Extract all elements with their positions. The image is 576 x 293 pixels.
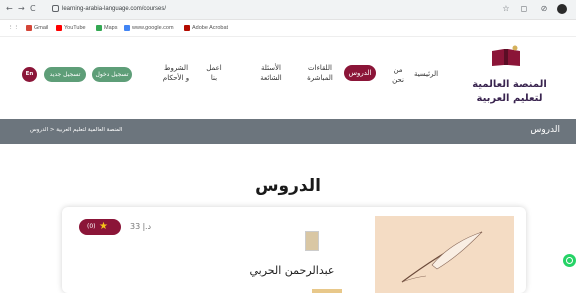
google-icon [124,24,130,31]
bookmark-star-icon[interactable]: ☆ [502,5,510,13]
nav-lessons[interactable]: الدروس [344,65,376,81]
bookmark-google[interactable]: www.google.com [124,24,174,32]
nav-home[interactable]: الرئيسية [412,69,440,79]
site-info-icon[interactable] [52,5,59,12]
author-name[interactable]: عبدالرحمن الحربي [232,264,352,277]
course-price: 33 د.إ [130,222,152,231]
author-avatar [305,231,319,251]
logo-text-line1: المنصة العالمية [472,79,547,90]
breadcrumb-bar: الدروس المنصة العالمية لتعليم العربية < … [0,119,576,144]
address-bar[interactable]: learning-arabia-language.com/courses/ [62,4,166,14]
login-button[interactable]: تسجيل دخول [92,67,132,82]
bookmark-maps[interactable]: Maps [96,24,117,32]
language-toggle[interactable]: En [22,67,37,82]
site-header: المنصة العالمية لتعليم العربية الرئيسية … [0,37,576,112]
whatsapp-icon[interactable] [563,254,576,267]
nav-live-meetings[interactable]: اللقاءات المباشرة [300,63,340,83]
star-icon: ★ [99,221,108,232]
profile-avatar[interactable] [557,4,567,14]
book-logo-icon [492,45,520,66]
acrobat-icon [184,24,190,31]
breadcrumb-path[interactable]: المنصة العالمية لتعليم العربية < الدروس [30,127,122,133]
register-button[interactable]: تسجيل جديد [44,67,86,82]
forward-icon[interactable]: → [18,4,25,14]
page-title: الدروس [255,176,321,196]
browser-toolbar: ← → C learning-arabia-language.com/cours… [0,0,576,20]
reload-icon[interactable]: C [30,4,36,14]
extensions-icon[interactable]: ◻ [520,5,528,13]
rating-badge: (0) ★ [79,219,121,235]
nav-terms[interactable]: الشروط و الأحكام [162,63,190,83]
maps-icon [96,24,102,31]
site-logo[interactable]: المنصة العالمية لتعليم العربية [472,45,547,105]
course-card[interactable]: (0) ★ 33 د.إ عبدالرحمن الحربي [62,207,526,293]
gmail-icon [26,24,32,31]
logo-text-line2: لتعليم العربية [476,93,543,104]
quill-feather-icon [401,231,483,283]
downloads-icon[interactable]: ⊘ [540,5,548,13]
nav-work-with-us[interactable]: اعمل بنا [204,63,224,83]
youtube-icon [56,24,62,31]
bookmarks-bar: ⋮⋮ Gmail YouTube Maps www.google.com Ado… [0,20,576,37]
back-icon[interactable]: ← [6,4,13,14]
bookmark-acrobat[interactable]: Adobe Acrobat [184,24,228,32]
card-footer-strip [312,289,342,293]
bookmark-gmail[interactable]: Gmail [26,24,48,32]
apps-icon[interactable]: ⋮⋮ [8,24,19,32]
rating-count: (0) [87,223,96,230]
breadcrumb-title: الدروس [530,125,560,135]
bookmark-youtube[interactable]: YouTube [56,24,86,32]
nav-faq[interactable]: الأسئلة الشائعة [252,63,290,83]
nav-about[interactable]: من نحن [388,65,408,85]
